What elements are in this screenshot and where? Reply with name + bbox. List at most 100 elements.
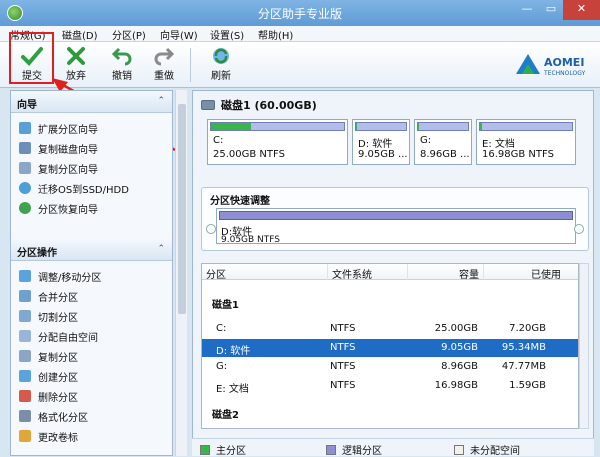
table-row-selected[interactable]: D: 软件 NTFS 9.05GB 95.34MB: [202, 339, 578, 357]
disk-header: 磁盘1 (60.00GB): [201, 97, 317, 113]
quick-resize-title: 分区快速调整: [210, 196, 270, 207]
cell-fs: NTFS: [330, 361, 356, 372]
window-title: 分区助手专业版: [257, 7, 342, 21]
usage-bar: [417, 122, 469, 131]
ops-section-header[interactable]: 分区操作 ⌃: [11, 239, 172, 261]
col-header-filesystem[interactable]: 文件系统: [328, 264, 408, 281]
legend-bar: 主分区 逻辑分区 未分配空间: [192, 438, 594, 457]
create-icon: [19, 370, 31, 382]
group-disk2: 磁盘2: [212, 410, 239, 421]
undo-icon: [111, 47, 132, 66]
collapse-icon[interactable]: ⌃: [157, 244, 165, 254]
recovery-icon: [19, 202, 31, 214]
copy-partition-icon: [19, 162, 31, 174]
table-scrollbar[interactable]: [579, 263, 589, 429]
logo-icon: [516, 54, 540, 74]
sidebar-item-label: 复制磁盘向导: [38, 144, 98, 156]
sidebar: 向导 ⌃ 扩展分区向导 复制磁盘向导 复制分区向导 迁移OS到SSD/HDD 分…: [10, 90, 173, 456]
sidebar-item-label: 迁移OS到SSD/HDD: [38, 184, 129, 196]
partition-table: 分区 文件系统 容量 已使用 磁盘1 C: NTFS 25.00GB 7.20G…: [201, 263, 579, 429]
wizard-section-header[interactable]: 向导 ⌃: [11, 91, 172, 113]
col-header-used[interactable]: 已使用: [484, 264, 578, 281]
quick-resize-bar[interactable]: D:软件 9.05GB NTFS: [216, 208, 576, 245]
sidebar-item-label: 合并分区: [38, 292, 78, 304]
table-row[interactable]: G: NTFS 8.96GB 47.77MB: [202, 358, 578, 376]
menu-settings[interactable]: 设置(S): [210, 27, 244, 42]
minimize-button[interactable]: —: [515, 0, 539, 20]
copy-disk-icon: [19, 142, 31, 154]
sidebar-item-label: 创建分区: [38, 372, 78, 384]
extend-icon: [19, 122, 31, 134]
menu-help[interactable]: 帮助(H): [258, 27, 293, 42]
migrate-icon: [19, 182, 31, 194]
sidebar-item-copy[interactable]: 复制分区: [19, 347, 78, 365]
table-row[interactable]: E: 文档 NTFS 16.98GB 1.59GB: [202, 377, 578, 395]
quick-partition-info: 9.05GB NTFS: [221, 235, 281, 245]
allocate-icon: [19, 330, 31, 342]
partition-block-e[interactable]: E: 文档 16.98GB NTFS: [476, 119, 576, 165]
menu-bar: 常规(G) 磁盘(D) 分区(P) 向导(W) 设置(S) 帮助(H): [0, 26, 600, 42]
cell-capacity: 16.98GB: [434, 380, 478, 391]
sidebar-item-extend-wizard[interactable]: 扩展分区向导: [19, 119, 98, 137]
sidebar-item-delete[interactable]: 删除分区: [19, 387, 78, 405]
sidebar-item-label-change[interactable]: 更改卷标: [19, 427, 78, 445]
cell-partition: E: 文档: [216, 384, 249, 395]
unallocated-swatch: [454, 444, 464, 455]
menu-partition[interactable]: 分区(P): [112, 27, 146, 42]
usage-fill: [480, 123, 482, 130]
maximize-button[interactable]: ▭: [539, 0, 563, 20]
refresh-button[interactable]: 刷新: [203, 46, 239, 86]
cell-fs: NTFS: [330, 342, 356, 353]
col-header-partition[interactable]: 分区: [202, 264, 328, 281]
partition-name: C:: [213, 135, 224, 146]
legend-label: 逻辑分区: [342, 446, 382, 457]
quick-resize-panel: 分区快速调整 D:软件 9.05GB NTFS: [201, 187, 589, 251]
partition-block-c[interactable]: C: 25.00GB NTFS: [207, 119, 348, 165]
sidebar-item-migrate-os[interactable]: 迁移OS到SSD/HDD: [19, 179, 129, 197]
close-button[interactable]: ✕: [563, 0, 600, 20]
sidebar-scrollbar[interactable]: [175, 90, 187, 456]
cell-used: 47.77MB: [501, 361, 546, 372]
legend-unallocated: 未分配空间: [454, 442, 520, 457]
collapse-icon[interactable]: ⌃: [157, 96, 165, 106]
main-panel: 磁盘1 (60.00GB) C: 25.00GB NTFS D: 软件 9.05…: [192, 90, 594, 456]
partition-block-g[interactable]: G: 8.96GB ...: [414, 119, 472, 165]
legend-label: 主分区: [216, 446, 246, 457]
sidebar-item-label: 切割分区: [38, 312, 78, 324]
sidebar-item-copy-disk-wizard[interactable]: 复制磁盘向导: [19, 139, 98, 157]
sidebar-item-resize[interactable]: 调整/移动分区: [19, 267, 101, 285]
split-icon: [19, 310, 31, 322]
format-icon: [19, 410, 31, 422]
sidebar-item-label: 分配自由空间: [38, 332, 98, 344]
refresh-icon: [213, 48, 229, 64]
menu-wizard[interactable]: 向导(W): [160, 27, 198, 42]
sidebar-item-recovery-wizard[interactable]: 分区恢复向导: [19, 199, 98, 217]
sidebar-item-merge[interactable]: 合并分区: [19, 287, 78, 305]
toolbar-separator: [190, 48, 191, 82]
sidebar-item-format[interactable]: 格式化分区: [19, 407, 88, 425]
usage-bar: [210, 122, 345, 131]
partition-block-d[interactable]: D: 软件 9.05GB ...: [352, 119, 410, 165]
scroll-thumb[interactable]: [178, 104, 186, 314]
usage-fill: [211, 123, 251, 130]
refresh-label: 刷新: [211, 71, 231, 82]
partition-name: D: 软件: [358, 139, 393, 150]
col-header-capacity[interactable]: 容量: [408, 264, 484, 281]
sidebar-item-create[interactable]: 创建分区: [19, 367, 78, 385]
label-icon: [19, 430, 31, 442]
usage-bar: [479, 122, 573, 131]
table-row[interactable]: C: NTFS 25.00GB 7.20GB: [202, 320, 578, 338]
partition-info: 25.00GB NTFS: [213, 149, 285, 160]
x-icon: [67, 47, 85, 65]
cell-partition: C:: [216, 323, 227, 334]
sidebar-item-split[interactable]: 切割分区: [19, 307, 78, 325]
sidebar-item-copy-partition-wizard[interactable]: 复制分区向导: [19, 159, 98, 177]
cell-used: 7.20GB: [509, 323, 546, 334]
menu-disk[interactable]: 磁盘(D): [62, 27, 98, 42]
sidebar-item-allocate[interactable]: 分配自由空间: [19, 327, 98, 345]
merge-icon: [19, 290, 31, 302]
logo-name: AOMEI: [544, 56, 585, 69]
resize-handle-left[interactable]: [206, 224, 216, 234]
legend-primary: 主分区: [200, 442, 246, 457]
resize-handle-right[interactable]: [574, 224, 584, 234]
